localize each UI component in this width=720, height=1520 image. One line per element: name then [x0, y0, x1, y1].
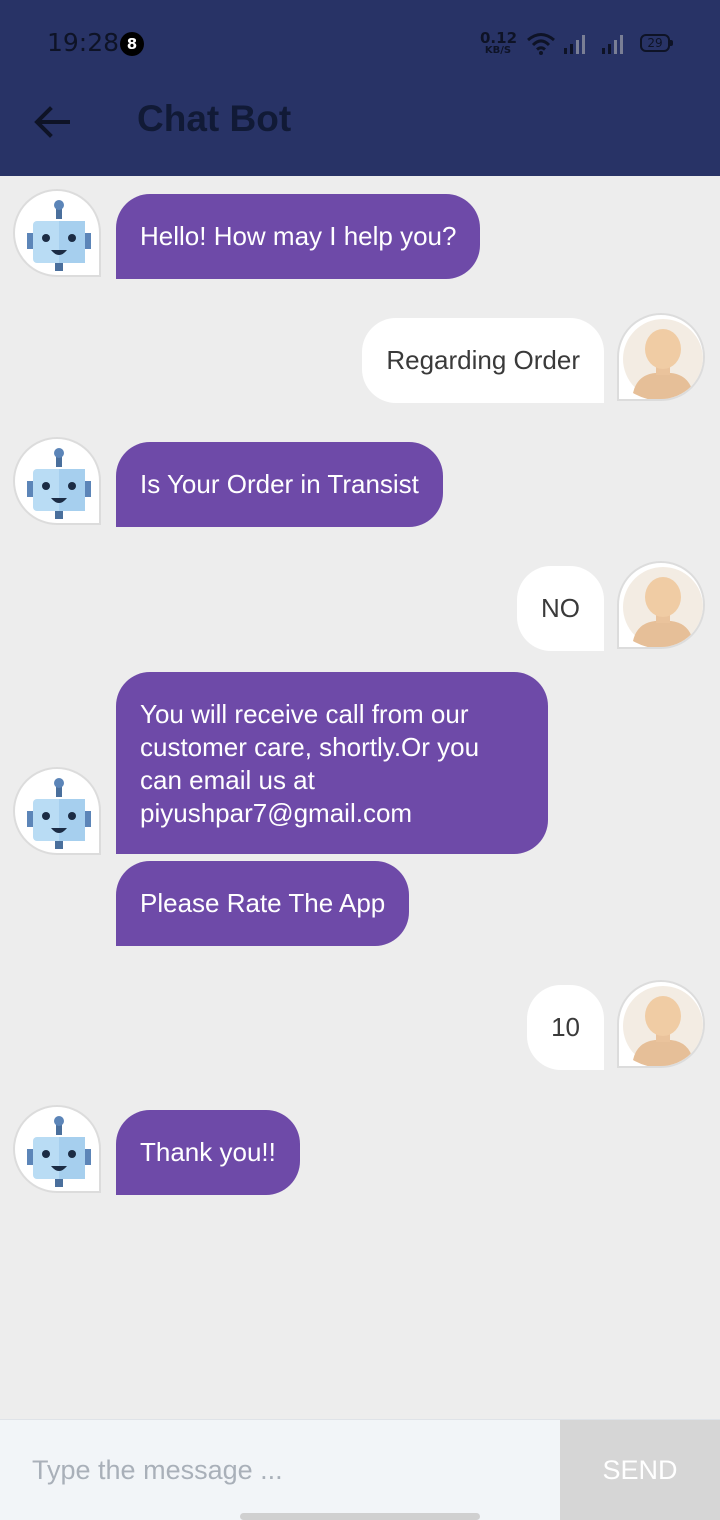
page-title: Chat Bot	[137, 98, 292, 139]
network-speed-value: 0.12	[480, 29, 518, 47]
signal-icon	[602, 35, 623, 54]
status-bar: 19:28 8 0.12 KB/S 29	[0, 0, 720, 84]
user-message-bubble: 10	[527, 985, 604, 1070]
send-button[interactable]: SEND	[560, 1420, 720, 1520]
person-icon	[623, 567, 703, 647]
person-icon	[623, 319, 703, 399]
bot-message-bubble: Is Your Order in Transist	[116, 442, 443, 527]
wifi-icon	[527, 33, 555, 55]
signal-icon	[564, 35, 585, 54]
network-speed-unit: KB/S	[484, 45, 512, 56]
user-message-bubble: NO	[517, 566, 604, 651]
user-avatar	[617, 561, 705, 649]
robot-icon	[27, 778, 91, 849]
bot-message-bubble: Hello! How may I help you?	[116, 194, 481, 279]
network-speed: 0.12 KB/S	[480, 29, 518, 56]
user-avatar	[617, 313, 705, 401]
robot-icon	[27, 448, 91, 519]
robot-icon	[27, 1116, 91, 1187]
message-composer: SEND	[0, 1419, 720, 1520]
person-icon	[623, 986, 703, 1066]
bot-avatar	[13, 437, 101, 525]
bot-avatar	[13, 189, 101, 277]
bot-avatar	[13, 1105, 101, 1193]
home-indicator[interactable]	[240, 1513, 480, 1520]
arrow-left-icon[interactable]	[28, 98, 76, 146]
battery-icon: 29	[640, 34, 673, 52]
message-input[interactable]	[0, 1420, 560, 1520]
bot-message-bubble: Thank you!!	[116, 1110, 300, 1195]
user-message-bubble: Regarding Order	[362, 318, 604, 403]
app-bar: 19:28 8 0.12 KB/S 29 Chat Bot	[0, 0, 720, 176]
status-time: 19:28	[47, 28, 120, 57]
bot-avatar	[13, 767, 101, 855]
user-avatar	[617, 980, 705, 1068]
bot-message-bubble: Please Rate The App	[116, 861, 410, 946]
notification-count-badge: 8	[120, 32, 144, 56]
robot-icon	[27, 200, 91, 271]
bot-message-bubble: You will receive call from our customer …	[116, 672, 548, 854]
